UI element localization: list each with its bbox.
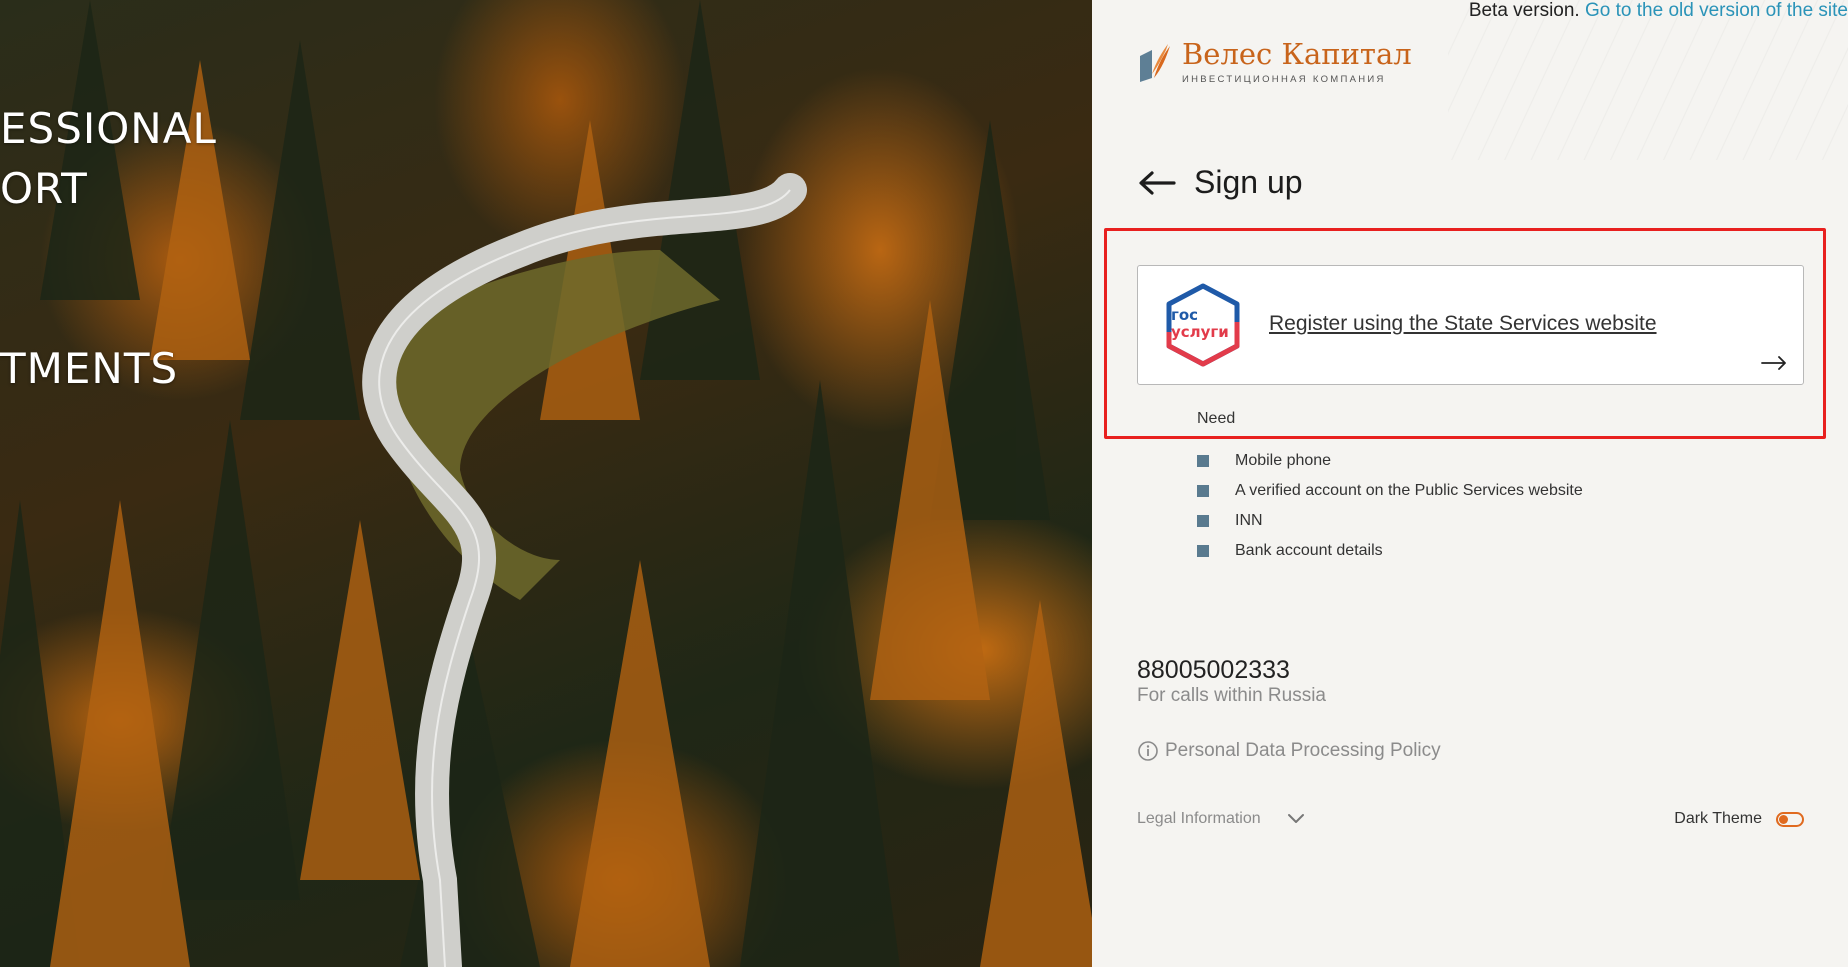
beta-text: Beta version. [1468,0,1580,21]
bullet-square-icon [1197,455,1209,467]
old-site-link[interactable]: Go to the old version of the site [1585,0,1848,21]
requirement-label: INN [1235,512,1263,529]
privacy-policy-link[interactable]: Personal Data Processing Policy [1137,740,1441,762]
bullet-square-icon [1197,485,1209,497]
hero-image: ESSIONAL ORT TMENTS [0,0,1092,967]
dark-theme-control: Dark Theme [1674,810,1804,828]
arrow-right-icon [1761,356,1786,370]
bullet-square-icon [1197,515,1209,527]
legal-information-dropdown[interactable]: Legal Information [1137,810,1305,828]
list-item: Bank account details [1197,536,1583,566]
gosuslugi-logo: гос услуги [1166,283,1240,367]
requirements-list: Mobile phone A verified account on the P… [1197,446,1583,566]
arrow-left-icon[interactable] [1138,170,1176,195]
requirement-label: Bank account details [1235,542,1383,559]
gosuslugi-logo-line-1: гос [1171,306,1198,324]
bullet-square-icon [1197,545,1209,557]
veles-logo-icon [1140,43,1170,82]
list-item: INN [1197,506,1583,536]
hero-text-line-2: ORT [0,164,88,213]
info-icon [1138,741,1158,761]
hero-text-line-3: TMENTS [0,344,179,393]
legal-information-label: Legal Information [1137,810,1261,827]
support-phone[interactable]: 88005002333 [1137,656,1290,685]
support-phone-note: For calls within Russia [1137,685,1326,706]
back-button[interactable]: Sign up [1138,164,1303,201]
requirement-label: A verified account on the Public Service… [1235,482,1583,499]
chevron-down-icon[interactable] [1287,813,1305,825]
list-item: A verified account on the Public Service… [1197,476,1583,506]
gosuslugi-register-button[interactable]: гос услуги Register using the State Serv… [1137,265,1804,385]
gosuslugi-register-link[interactable]: Register using the State Services websit… [1269,312,1657,336]
company-logo[interactable]: Велес Капитал ИНВЕСТИЦИОННАЯ КОМПАНИЯ [1136,40,1412,85]
hero-text-line-1: ESSIONAL [0,104,217,153]
privacy-policy-label: Personal Data Processing Policy [1165,740,1441,761]
dark-theme-toggle[interactable] [1776,811,1804,827]
signup-panel: Beta version. Go to the old version of t… [1092,0,1848,967]
page-title: Sign up [1194,164,1303,200]
gosuslugi-logo-line-2: услуги [1171,323,1229,341]
requirement-label: Mobile phone [1235,452,1332,469]
dark-theme-label: Dark Theme [1674,810,1762,827]
list-item: Mobile phone [1197,446,1583,476]
logo-title: Велес Капитал [1182,37,1412,71]
toggle-knob [1779,814,1788,824]
logo-subtitle: ИНВЕСТИЦИОННАЯ КОМПАНИЯ [1182,74,1386,85]
beta-notice: Beta version. Go to the old version of t… [1469,0,1848,22]
